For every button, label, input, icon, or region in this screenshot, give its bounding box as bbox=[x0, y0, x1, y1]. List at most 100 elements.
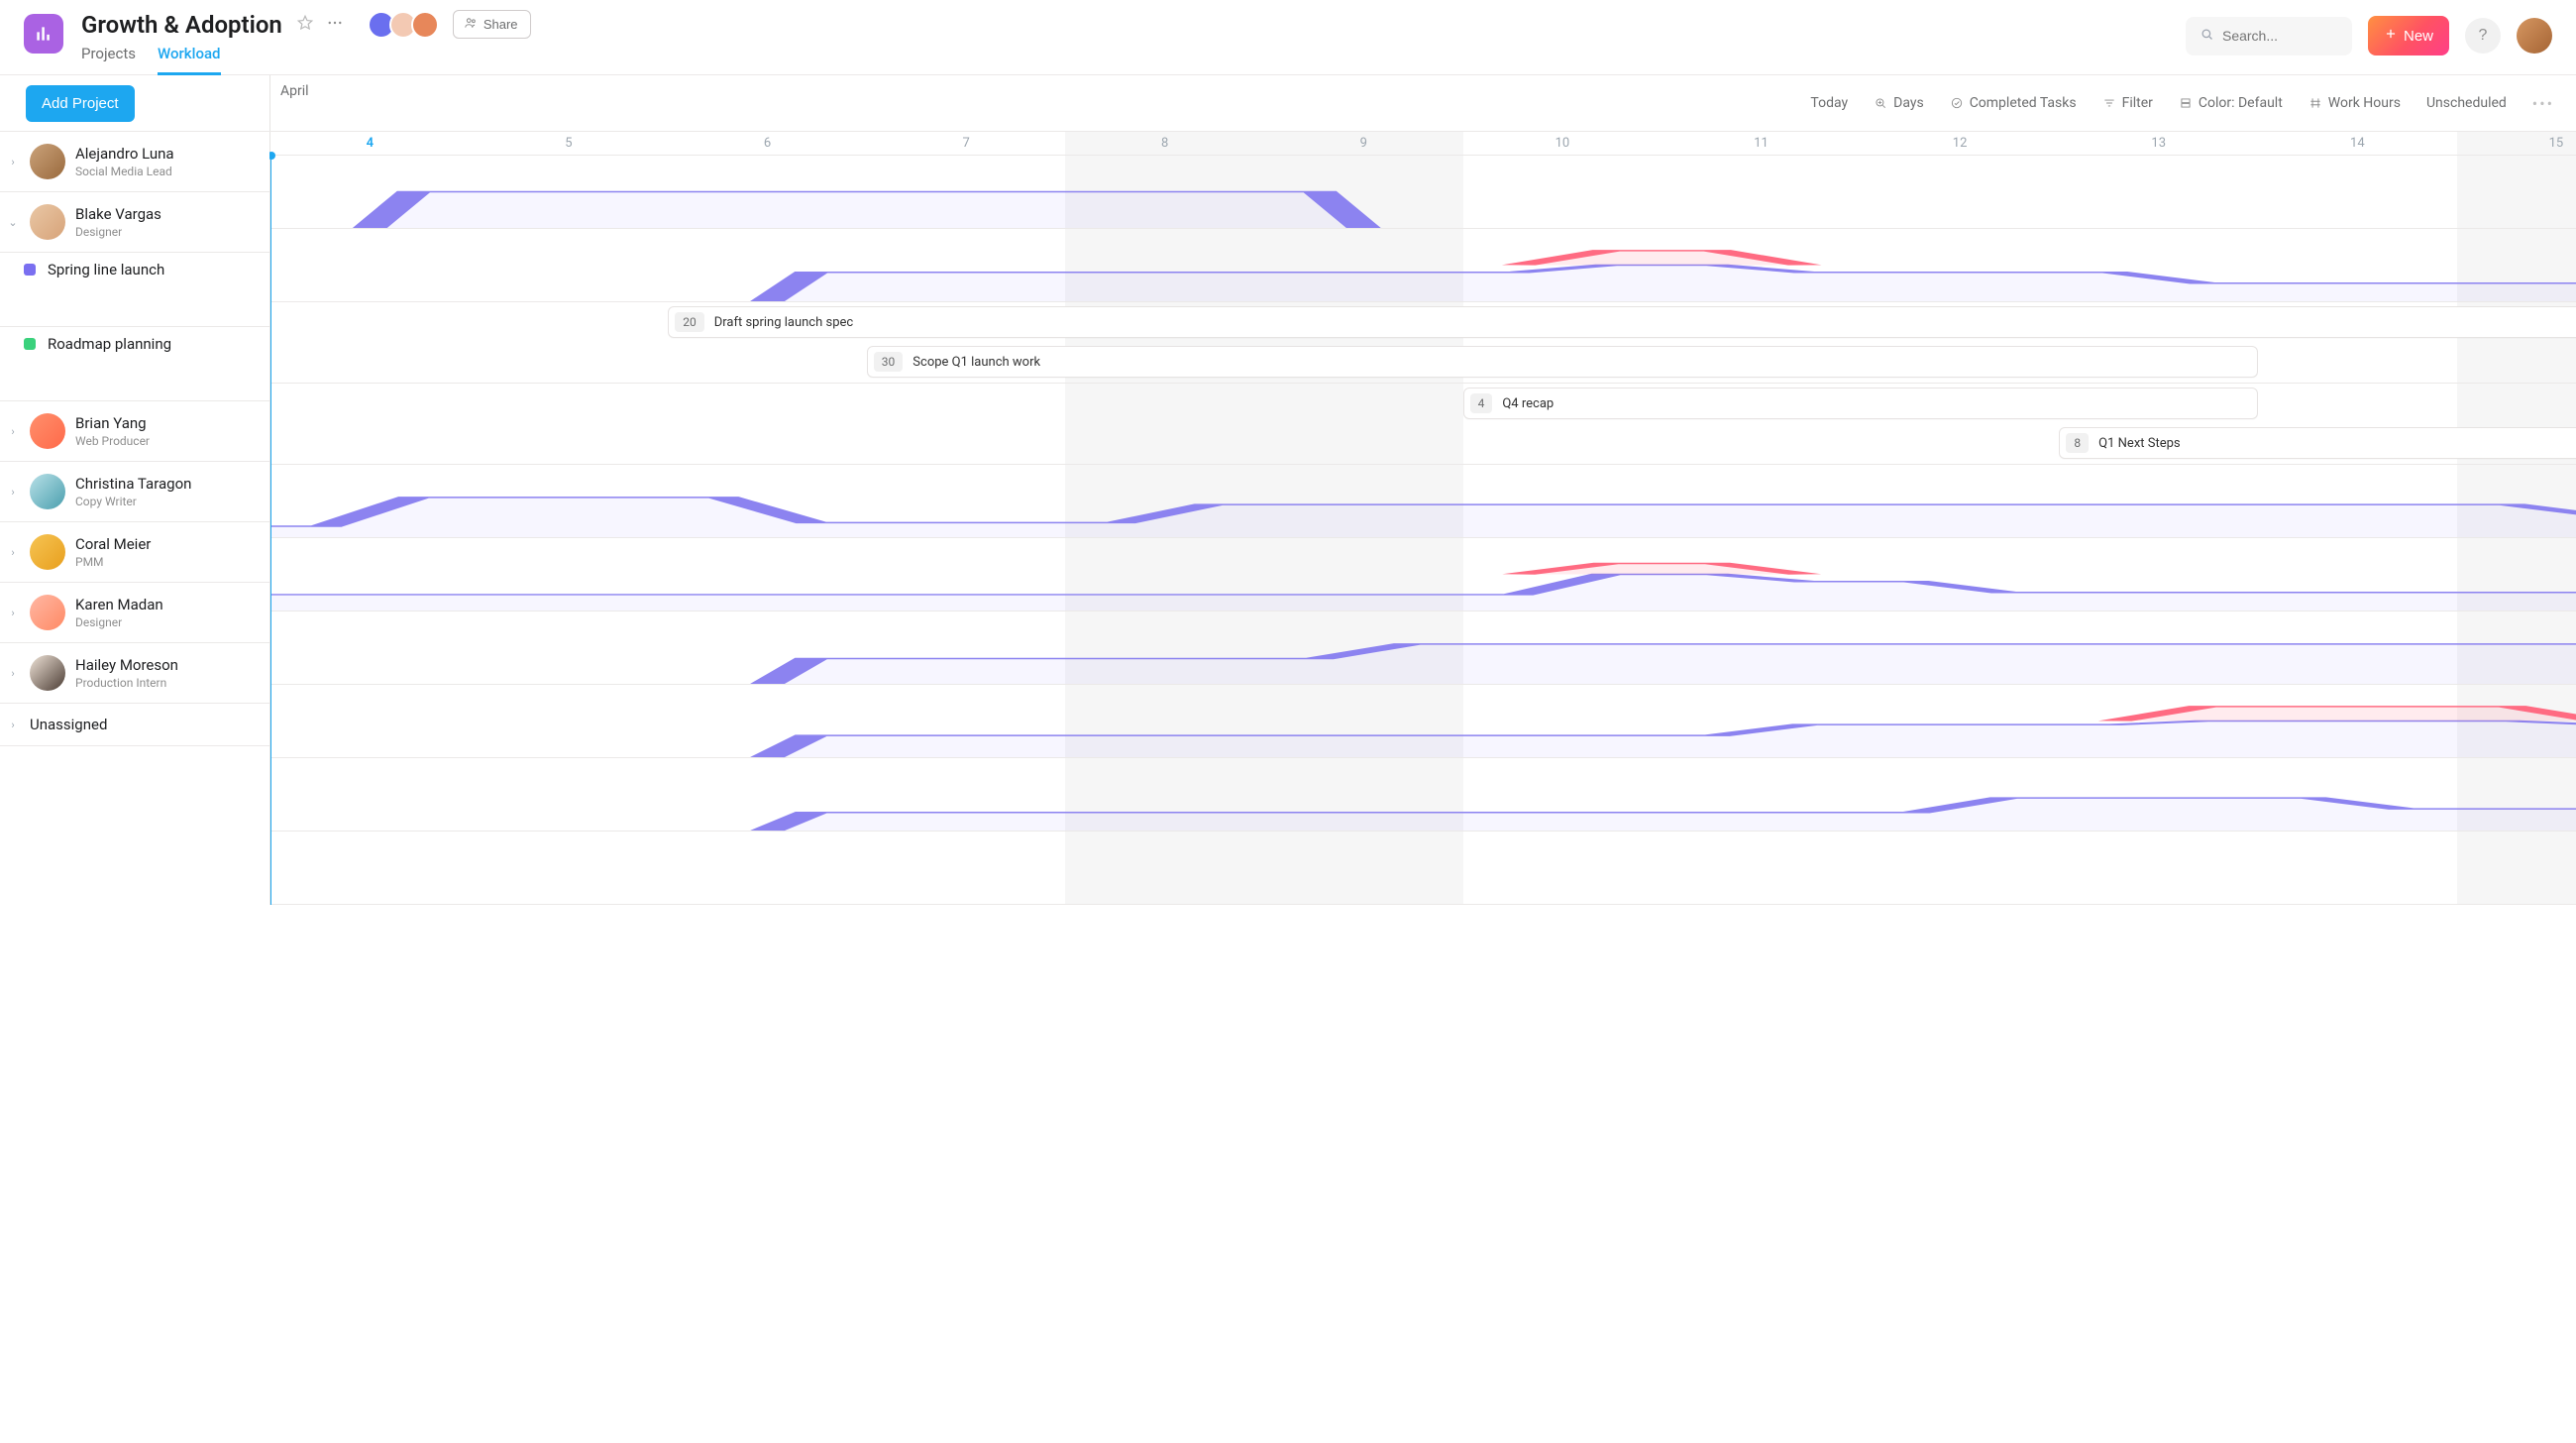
work-hours-button[interactable]: Work Hours bbox=[2308, 95, 2401, 111]
workload-lane[interactable] bbox=[270, 229, 2576, 302]
chart-icon bbox=[34, 24, 54, 44]
date-cell: 5 bbox=[470, 132, 669, 155]
task-card[interactable]: 30Scope Q1 launch work bbox=[867, 346, 2258, 378]
person-role: Web Producer bbox=[75, 434, 150, 448]
date-cell: 14 bbox=[2258, 132, 2457, 155]
workload-lane[interactable] bbox=[270, 758, 2576, 832]
expand-caret[interactable]: ⌄ bbox=[6, 216, 20, 229]
person-row[interactable]: ⌄ Blake Vargas Designer bbox=[0, 192, 269, 252]
check-circle-icon bbox=[1950, 96, 1964, 110]
unscheduled-button[interactable]: Unscheduled bbox=[2426, 95, 2507, 111]
new-button[interactable]: New bbox=[2368, 16, 2449, 56]
task-card[interactable]: 8 Q1 Next Steps bbox=[2059, 427, 2576, 459]
person-row[interactable]: ›Karen MadanDesigner bbox=[0, 583, 269, 642]
task-hours-badge: 20 bbox=[675, 312, 704, 332]
workload-lane[interactable] bbox=[270, 465, 2576, 538]
project-lane[interactable]: 20 Draft spring launch spec 30Scope Q1 lau… bbox=[270, 302, 2576, 384]
workload-shape bbox=[270, 758, 2576, 831]
zoom-dropdown[interactable]: Days bbox=[1874, 95, 1924, 111]
filter-button[interactable]: Filter bbox=[2102, 95, 2153, 111]
workspace-actions-menu[interactable] bbox=[326, 14, 344, 36]
date-cell: 8 bbox=[1065, 132, 1264, 155]
tab-workload[interactable]: Workload bbox=[158, 45, 221, 75]
person-name: Blake Vargas bbox=[75, 205, 161, 223]
search-input[interactable] bbox=[2186, 17, 2352, 56]
workload-lane[interactable] bbox=[270, 611, 2576, 685]
task-hours-badge: 30 bbox=[874, 352, 904, 372]
person-role: Copy Writer bbox=[75, 495, 191, 508]
new-label: New bbox=[2404, 28, 2433, 45]
color-dropdown[interactable]: Color: Default bbox=[2179, 95, 2283, 111]
expand-caret[interactable]: › bbox=[6, 486, 20, 499]
tab-projects[interactable]: Projects bbox=[81, 45, 136, 75]
expand-caret[interactable]: › bbox=[6, 607, 20, 619]
add-project-button[interactable]: Add Project bbox=[26, 85, 135, 122]
workspace-tabs: Projects Workload bbox=[81, 45, 531, 75]
favorite-star-button[interactable] bbox=[296, 14, 314, 36]
person-name: Christina Taragon bbox=[75, 475, 191, 493]
workload-shape bbox=[270, 229, 2576, 301]
task-label: Q1 Next Steps bbox=[2098, 436, 2180, 451]
person-role: Designer bbox=[75, 225, 161, 239]
zoom-icon bbox=[1874, 96, 1887, 110]
task-card[interactable]: 4Q4 recap bbox=[1463, 388, 2258, 419]
date-cell: 10 bbox=[1463, 132, 1663, 155]
person-row[interactable]: ›Coral MeierPMM bbox=[0, 522, 269, 582]
project-color-dot bbox=[24, 338, 36, 350]
unassigned-row[interactable]: › Unassigned bbox=[0, 704, 269, 745]
task-label: Q4 recap bbox=[1502, 396, 1554, 411]
person-name: Hailey Moreson bbox=[75, 656, 178, 674]
timeline-date-header: 456789101112131415 bbox=[269, 132, 2576, 156]
expand-caret[interactable]: › bbox=[6, 546, 20, 559]
search-field[interactable] bbox=[2222, 28, 2338, 44]
task-card[interactable]: 20 Draft spring launch spec bbox=[668, 306, 2576, 338]
date-cell: 4 bbox=[270, 132, 470, 155]
workload-lane[interactable] bbox=[270, 538, 2576, 611]
project-name: Spring line launch bbox=[48, 261, 164, 278]
person-avatar bbox=[30, 534, 65, 570]
people-icon bbox=[464, 16, 478, 33]
date-cell: 12 bbox=[1861, 132, 2060, 155]
expand-caret[interactable]: › bbox=[6, 719, 20, 731]
person-avatar bbox=[30, 474, 65, 509]
workspace-title: Growth & Adoption bbox=[81, 11, 282, 39]
share-button[interactable]: Share bbox=[453, 10, 531, 39]
completed-toggle[interactable]: Completed Tasks bbox=[1950, 95, 2077, 111]
date-cell: 13 bbox=[2059, 132, 2258, 155]
avatar[interactable] bbox=[411, 11, 439, 39]
project-name: Roadmap planning bbox=[48, 335, 171, 353]
person-row[interactable]: ›Alejandro LunaSocial Media Lead bbox=[0, 132, 269, 191]
expand-caret[interactable]: › bbox=[6, 667, 20, 680]
person-role: Designer bbox=[75, 615, 163, 629]
today-button[interactable]: Today bbox=[1810, 95, 1848, 111]
expand-caret[interactable]: › bbox=[6, 425, 20, 438]
unassigned-label: Unassigned bbox=[30, 716, 107, 733]
toolbar-more-menu[interactable]: ••• bbox=[2532, 94, 2554, 113]
project-row[interactable]: Roadmap planning bbox=[0, 327, 269, 361]
person-row[interactable]: › Christina Taragon Copy Writer bbox=[0, 462, 269, 521]
person-role: Production Intern bbox=[75, 676, 178, 690]
workload-shape bbox=[270, 156, 2576, 228]
task-label: Draft spring launch spec bbox=[714, 315, 854, 330]
plus-icon bbox=[2384, 27, 2398, 45]
project-lane[interactable]: 4Q4 recap 8 Q1 Next Steps bbox=[270, 384, 2576, 465]
workload-lane[interactable] bbox=[270, 685, 2576, 758]
project-row[interactable]: Spring line launch bbox=[0, 253, 269, 286]
collaborator-avatars[interactable] bbox=[368, 11, 439, 39]
filter-icon bbox=[2102, 96, 2116, 110]
date-cell: 11 bbox=[1662, 132, 1861, 155]
workload-lane[interactable] bbox=[270, 156, 2576, 229]
person-row[interactable]: › Hailey Moreson Production Intern bbox=[0, 643, 269, 703]
timeline-month-label: April bbox=[269, 75, 309, 131]
help-button[interactable]: ? bbox=[2465, 18, 2501, 54]
person-row[interactable]: › Brian Yang Web Producer bbox=[0, 401, 269, 461]
user-avatar[interactable] bbox=[2517, 18, 2552, 54]
expand-caret[interactable]: › bbox=[6, 156, 20, 168]
person-name: Brian Yang bbox=[75, 414, 150, 432]
workload-shape bbox=[270, 465, 2576, 537]
person-avatar bbox=[30, 144, 65, 179]
search-icon bbox=[2200, 27, 2214, 46]
task-hours-badge: 8 bbox=[2066, 433, 2089, 453]
color-icon bbox=[2179, 96, 2193, 110]
person-role: Social Media Lead bbox=[75, 165, 174, 178]
